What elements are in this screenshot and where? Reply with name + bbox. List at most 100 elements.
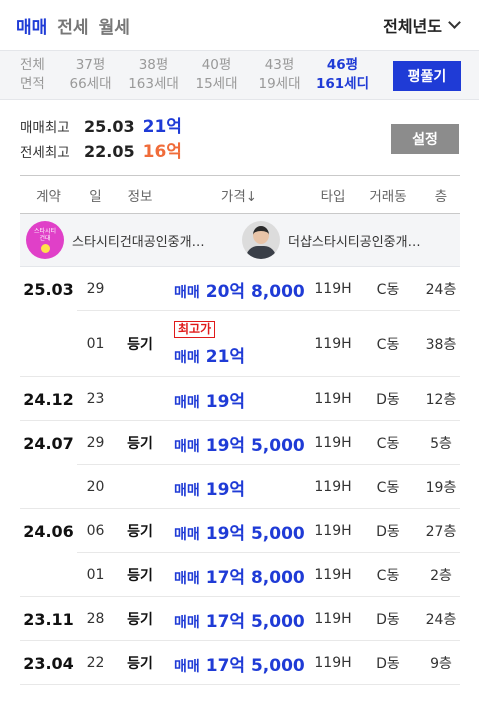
building-dong: C동 [376, 568, 400, 584]
agent-logo-text: 건대 [39, 234, 51, 242]
unit-type: 119H [314, 655, 352, 671]
unit-type: 119H [314, 567, 352, 583]
deal-kind: 매매 [174, 614, 200, 631]
size-option-all[interactable]: 전체 면적 [14, 56, 59, 94]
table-row[interactable]: 23.11 28 등기 매매 17억 5,000 119H D동 24층 [20, 597, 460, 641]
unit-type: 119H [314, 391, 352, 407]
highest-price-badge: 최고가 [174, 321, 216, 338]
registration-info: 등기 [127, 436, 153, 452]
sale-max-price: 21억 [142, 117, 182, 137]
price-cell: 매매 20억 8,000 [166, 277, 312, 302]
floor: 12층 [425, 392, 457, 408]
size-option-43[interactable]: 43평 19세대 [248, 56, 311, 94]
floor: 5층 [430, 436, 452, 452]
deal-price: 19억 5,000 [205, 435, 305, 456]
floor: 24층 [425, 282, 457, 298]
contract-day: 20 [86, 479, 105, 495]
agent-item[interactable]: 스타시티 건대 스타시티건대공인중개… [26, 221, 242, 259]
size-option-40[interactable]: 40평 15세대 [185, 56, 248, 94]
max-price-summary: 매매최고 25.03 21억 전세최고 22.05 16억 설정 [0, 100, 479, 173]
building-dong: D동 [376, 524, 400, 540]
tab-jeonse[interactable]: 전세 [57, 13, 88, 38]
year-filter-dropdown[interactable]: 전체년도 [383, 13, 461, 37]
table-row[interactable]: 01 등기 최고가 매매 21억 119H C동 38층 [20, 311, 460, 377]
agent-logo: 스타시티 건대 [26, 221, 64, 259]
lease-max-price: 16억 [142, 142, 182, 162]
table-row[interactable]: 24.07 29 등기 매매 19억 5,000 119H C동 5층 [20, 421, 460, 465]
deal-type-tabs: 매매 전세 월세 전체년도 [0, 0, 479, 50]
table-row[interactable]: 24.06 06 등기 매매 19억 5,000 119H D동 27층 [20, 509, 460, 553]
unit-type: 119H [314, 336, 352, 352]
contract-month: 24.12 [23, 389, 74, 409]
registration-info: 등기 [127, 524, 153, 540]
size-option-households: 15세대 [195, 76, 238, 92]
header-dong: 거래동 [369, 188, 407, 205]
agent-name: 스타시티건대공인중개… [72, 234, 205, 250]
contract-month: 23.11 [23, 609, 74, 629]
agent-banner: 스타시티 건대 스타시티건대공인중개… 더샵스타시티공인중개… [20, 214, 460, 267]
deal-kind: 매매 [174, 284, 200, 301]
floor: 2층 [430, 568, 452, 584]
floor: 24층 [425, 612, 457, 628]
settings-button[interactable]: 설정 [391, 124, 459, 154]
floor: 27층 [425, 524, 457, 540]
table-row[interactable]: 25.03 29 매매 20억 8,000 119H C동 24층 [20, 267, 460, 311]
deal-price: 21억 [205, 347, 246, 367]
header-contract[interactable]: 계약 [20, 185, 77, 205]
unit-type: 119H [314, 523, 352, 539]
unit-type: 119H [314, 281, 352, 297]
contract-day: 01 [86, 336, 105, 352]
size-filter-row: 전체 면적 37평 66세대 38평 163세대 40평 15세대 43평 19… [0, 50, 479, 100]
registration-info: 등기 [127, 337, 153, 353]
unfold-pyeong-button[interactable]: 평풀기 [393, 61, 461, 91]
unit-type: 119H [314, 435, 352, 451]
header-type: 타입 [320, 188, 346, 205]
table-row[interactable]: 24.12 23 매매 19억 119H D동 12층 [20, 377, 460, 421]
contract-day: 22 [86, 655, 105, 671]
deal-kind: 매매 [174, 394, 200, 411]
deal-price: 19억 5,000 [205, 523, 305, 544]
contract-day: 23 [86, 391, 105, 407]
deal-kind: 매매 [174, 438, 200, 455]
size-option-all-line2: 면적 [20, 76, 45, 92]
lease-max-label: 전세최고 [20, 145, 70, 161]
tab-sale[interactable]: 매매 [16, 13, 47, 38]
size-option-households: 161세디 [315, 76, 370, 92]
contract-day: 28 [86, 611, 105, 627]
agent-name: 더샵스타시티공인중개… [288, 234, 421, 250]
contract-month: 24.06 [23, 521, 74, 541]
price-line: 매매 21억 [174, 342, 245, 367]
building-dong: D동 [376, 656, 400, 672]
deal-price: 20억 8,000 [205, 281, 305, 302]
floor: 38층 [425, 337, 457, 353]
building-dong: D동 [376, 612, 400, 628]
unit-type: 119H [314, 611, 352, 627]
floor: 9층 [430, 656, 452, 672]
size-option-38[interactable]: 38평 163세대 [122, 56, 185, 94]
chevron-down-icon [448, 16, 461, 29]
price-cell: 매매 19억 5,000 [166, 519, 312, 544]
price-cell: 매매 17억 5,000 [166, 607, 312, 632]
contract-day: 01 [86, 567, 105, 583]
contract-day: 06 [86, 523, 105, 539]
price-cell: 최고가매매 21억 [166, 321, 312, 367]
header-price-sort[interactable]: 가격↓ [166, 185, 312, 205]
agent-item[interactable]: 더샵스타시티공인중개… [242, 221, 458, 259]
transaction-table: 계약 일 정보 가격↓ 타입 거래동 층 스타시티 건대 스타시티건대공인중개…… [20, 175, 460, 685]
table-row[interactable]: 20 매매 19억 119H C동 19층 [20, 465, 460, 509]
deal-price: 17억 5,000 [205, 655, 305, 676]
size-option-all-line1: 전체 [20, 57, 45, 73]
table-body: 25.03 29 매매 20억 8,000 119H C동 24층 01 등기 최고가 매매 21억 1… [20, 267, 460, 685]
table-row[interactable]: 01 등기 매매 17억 8,000 119H C동 2층 [20, 553, 460, 597]
size-option-size: 46평 [326, 57, 359, 73]
deal-kind: 매매 [174, 482, 200, 499]
size-option-37[interactable]: 37평 66세대 [59, 56, 122, 94]
sale-max-label: 매매최고 [20, 120, 70, 136]
deal-price: 19억 [205, 479, 246, 500]
table-row[interactable]: 23.04 22 등기 매매 17억 5,000 119H D동 9층 [20, 641, 460, 685]
size-option-46[interactable]: 46평 161세디 [311, 56, 374, 94]
person-head [253, 226, 269, 244]
deal-price: 17억 8,000 [205, 567, 305, 588]
tab-monthly-rent[interactable]: 월세 [99, 13, 130, 38]
deal-kind: 매매 [174, 570, 200, 587]
